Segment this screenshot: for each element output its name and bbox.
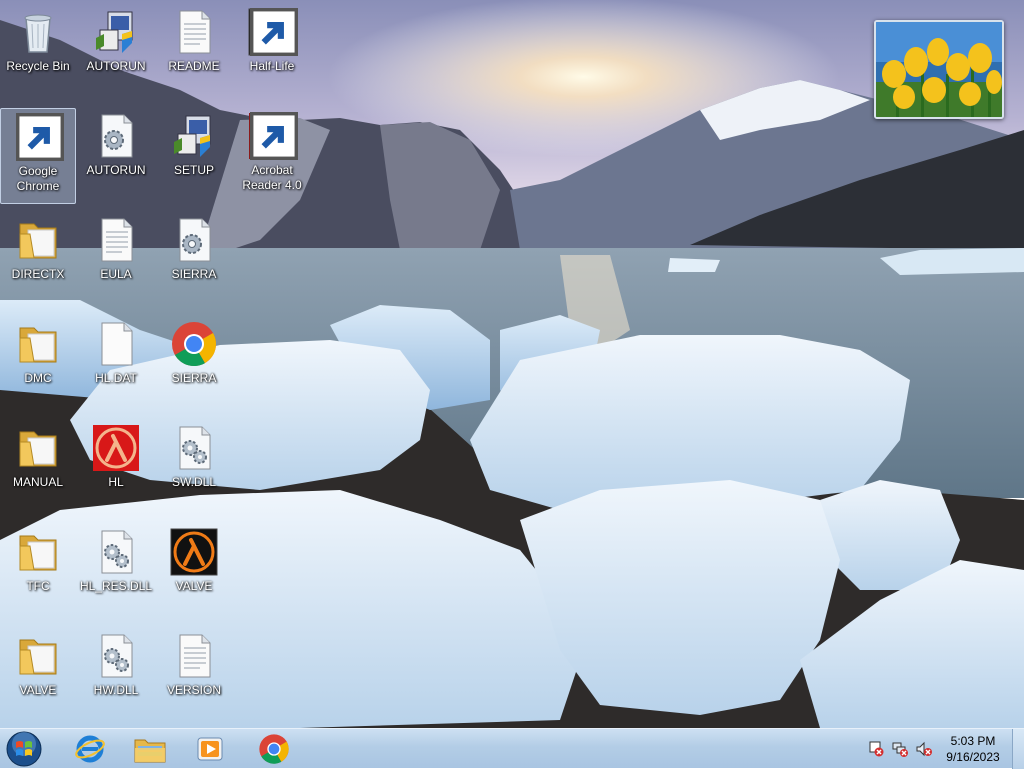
file-explorer-icon: [134, 739, 166, 763]
desktop-icon-label: AUTORUN: [86, 59, 146, 73]
taskbar-media-player[interactable]: [186, 731, 234, 767]
desktop-icon-hl-res-dll[interactable]: HL_RES.DLL: [78, 524, 154, 620]
folder-icon: [14, 320, 62, 368]
desktop-icon-dmc[interactable]: DMC: [0, 316, 76, 412]
system-clock[interactable]: 5:03 PM 9/16/2023: [936, 733, 1010, 765]
half-life-icon: [248, 8, 298, 56]
desktop-icon-valve[interactable]: VALVE: [156, 524, 232, 620]
start-button[interactable]: [4, 730, 44, 768]
taskbar-internet-explorer[interactable]: [66, 731, 114, 767]
desktop-icon-manual[interactable]: MANUAL: [0, 420, 76, 516]
network-disconnected-icon: [892, 742, 908, 757]
desktop-icon-google-chrome[interactable]: Google Chrome: [0, 108, 76, 204]
desktop-icon-readme[interactable]: README: [156, 4, 232, 100]
folder-icon: [14, 424, 62, 472]
clock-time: 5:03 PM: [950, 734, 996, 748]
text-file-icon: [92, 216, 140, 264]
dll-file-icon: [170, 424, 218, 472]
chrome-icon: [259, 734, 289, 764]
desktop-icon-tfc[interactable]: TFC: [0, 524, 76, 620]
desktop-icon-hl[interactable]: HL: [78, 420, 154, 516]
tray-volume[interactable]: [916, 741, 932, 757]
desktop-icon-hw-dll[interactable]: HW.DLL: [78, 628, 154, 724]
desktop-icon-label: HL.DAT: [95, 371, 137, 385]
dll-file-icon: [92, 528, 140, 576]
desktop-icon-hl-dat[interactable]: HL.DAT: [78, 316, 154, 412]
taskbar-google-chrome[interactable]: [250, 731, 298, 767]
desktop-icon-version[interactable]: VERSION: [156, 628, 232, 724]
desktop-icon-label: SETUP: [173, 163, 214, 177]
desktop-icon-acrobat-reader-4-0[interactable]: Acrobat Reader 4.0: [234, 108, 310, 204]
folder-icon: [14, 632, 62, 680]
show-desktop-button[interactable]: [1012, 729, 1024, 769]
recycle-bin-icon: [14, 8, 62, 56]
shortcut-arrow-icon: [250, 112, 298, 160]
tulips-photo-icon: [876, 22, 1002, 117]
desktop-icon-sierra[interactable]: SIERRA: [156, 212, 232, 308]
desktop-icon-recycle-bin[interactable]: Recycle Bin: [0, 4, 76, 100]
desktop-icon-label: DMC: [24, 371, 52, 385]
desktop-icon-label: VALVE: [19, 683, 57, 697]
desktop-icon-label: VALVE: [175, 579, 213, 593]
action-center-warning-icon: [869, 741, 884, 757]
desktop-icon-sw-dll[interactable]: SW.DLL: [156, 420, 232, 516]
desktop-icon-label: MANUAL: [12, 475, 63, 489]
desktop-icon-label: TFC: [26, 579, 50, 593]
desktop[interactable]: Recycle Bin AUTORUN README Half-Life Google …: [0, 0, 1024, 728]
desktop-icon-label: Recycle Bin: [6, 59, 70, 73]
internet-explorer-icon: [75, 735, 105, 763]
blank-file-icon: [92, 320, 140, 368]
desktop-icon-directx[interactable]: DIRECTX: [0, 212, 76, 308]
tray-action-center[interactable]: [868, 741, 884, 757]
desktop-icon-label: Acrobat Reader 4.0: [242, 163, 302, 192]
tray-network[interactable]: [892, 741, 908, 757]
text-file-icon: [170, 8, 218, 56]
media-player-icon: [197, 737, 223, 761]
desktop-icon-valve[interactable]: VALVE: [0, 628, 76, 724]
shortcut-arrow-icon: [16, 113, 64, 161]
desktop-icon-label: HL_RES.DLL: [79, 579, 153, 593]
config-file-icon: [92, 112, 140, 160]
desktop-icon-label: AUTORUN: [86, 163, 146, 177]
desktop-icon-setup[interactable]: SETUP: [156, 108, 232, 204]
desktop-icon-label: EULA: [100, 267, 132, 281]
volume-muted-icon: [916, 741, 932, 757]
text-file-icon: [170, 632, 218, 680]
half-life-icon: [170, 528, 218, 576]
desktop-icon-label: HL: [108, 475, 124, 489]
taskbar: 5:03 PM 9/16/2023: [0, 728, 1024, 769]
desktop-icon-sierra[interactable]: SIERRA: [156, 316, 232, 412]
start-orb-icon: [6, 731, 42, 767]
photo-slideshow-gadget[interactable]: [874, 20, 1004, 119]
setup-installer-icon: [170, 112, 218, 160]
clock-date: 9/16/2023: [946, 750, 1000, 764]
folder-icon: [14, 528, 62, 576]
chrome-icon: [170, 320, 218, 368]
desktop-icon-label: SIERRA: [171, 371, 217, 385]
chrome-icon: [14, 113, 64, 161]
acrobat-reader-icon: [248, 112, 298, 160]
desktop-icon-label: SW.DLL: [171, 475, 216, 489]
desktop-icon-label: HW.DLL: [93, 683, 139, 697]
config-file-icon: [170, 216, 218, 264]
desktop-icon-eula[interactable]: EULA: [78, 212, 154, 308]
desktop-icon-label: Google Chrome: [16, 164, 60, 193]
dll-file-icon: [92, 632, 140, 680]
desktop-icon-autorun[interactable]: AUTORUN: [78, 4, 154, 100]
folder-icon: [14, 216, 62, 264]
desktop-icon-label: DIRECTX: [11, 267, 65, 281]
setup-installer-icon: [92, 8, 140, 56]
desktop-icon-label: VERSION: [166, 683, 221, 697]
taskbar-file-explorer[interactable]: [126, 731, 174, 767]
desktop-icon-label: README: [168, 59, 220, 73]
desktop-icon-half-life[interactable]: Half-Life: [234, 4, 310, 100]
shortcut-arrow-icon: [250, 8, 298, 56]
desktop-icon-label: Half-Life: [249, 59, 295, 73]
half-life-red-icon: [92, 424, 140, 472]
desktop-icon-label: SIERRA: [171, 267, 217, 281]
desktop-icon-autorun[interactable]: AUTORUN: [78, 108, 154, 204]
